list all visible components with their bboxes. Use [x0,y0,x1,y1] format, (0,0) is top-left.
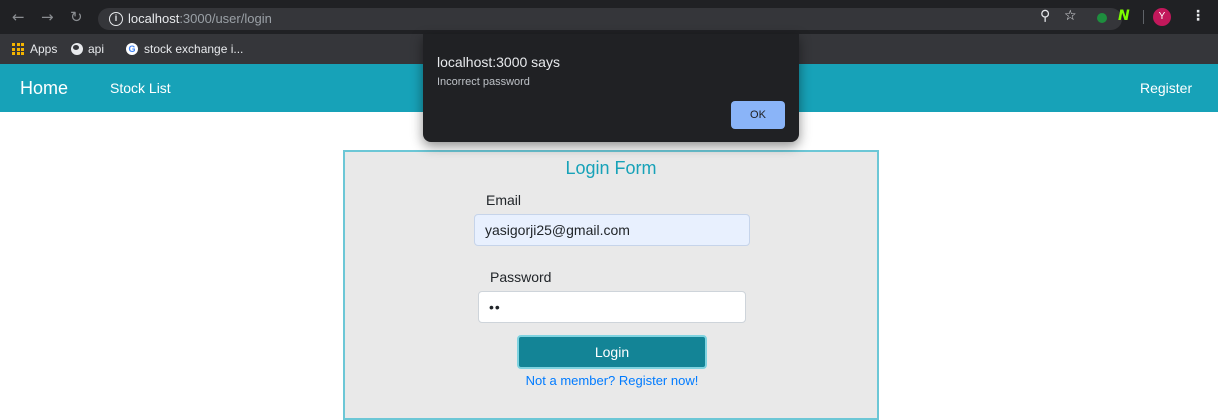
password-label: Password [490,269,552,285]
register-now-link[interactable]: Not a member? Register now! [345,373,879,388]
nav-stock-list-link[interactable]: Stock List [110,80,171,96]
info-icon[interactable]: i [109,12,123,26]
address-bar[interactable]: i localhost:3000/user/login [98,8,1122,30]
extension-n-icon[interactable]: N [1118,8,1130,24]
login-button[interactable]: Login [517,335,707,369]
bookmark-stock-exchange[interactable]: stock exchange i... [144,43,243,56]
extension-dot-icon[interactable] [1097,13,1107,23]
url-text: localhost:3000/user/login [128,12,272,26]
kebab-menu-icon[interactable]: ⋮ [1191,8,1205,24]
profile-avatar[interactable]: Y [1153,8,1171,26]
bookmark-apps[interactable]: Apps [30,43,57,56]
url-host: localhost [128,11,180,26]
forward-arrow-icon[interactable]: → [41,9,54,25]
password-input[interactable]: •• [478,291,746,323]
alert-dialog: localhost:3000 says Incorrect password O… [423,34,799,142]
back-arrow-icon[interactable]: ← [12,9,25,25]
nav-register-link[interactable]: Register [1140,80,1192,96]
alert-title: localhost:3000 says [437,54,560,70]
key-icon[interactable]: ⚲ [1040,8,1050,24]
email-label: Email [486,192,522,208]
globe-icon [71,43,83,55]
apps-grid-icon[interactable] [12,43,24,55]
toolbar-divider [1143,10,1144,24]
reload-icon[interactable]: ↻ [70,9,83,25]
email-input[interactable]: yasigorji25@gmail.com [474,214,750,246]
login-form: Login Form Email yasigorji25@gmail.com P… [343,150,879,420]
alert-message: Incorrect password [437,76,530,88]
google-icon: G [126,43,138,55]
star-icon[interactable]: ☆ [1064,8,1077,24]
nav-home-link[interactable]: Home [20,78,68,98]
alert-ok-button[interactable]: OK [731,101,785,129]
bookmark-api[interactable]: api [88,43,104,56]
browser-toolbar: ← → ↻ i localhost:3000/user/login ⚲ ☆ N … [0,0,1218,34]
url-path: :3000/user/login [179,11,272,26]
form-title: Login Form [565,158,657,178]
